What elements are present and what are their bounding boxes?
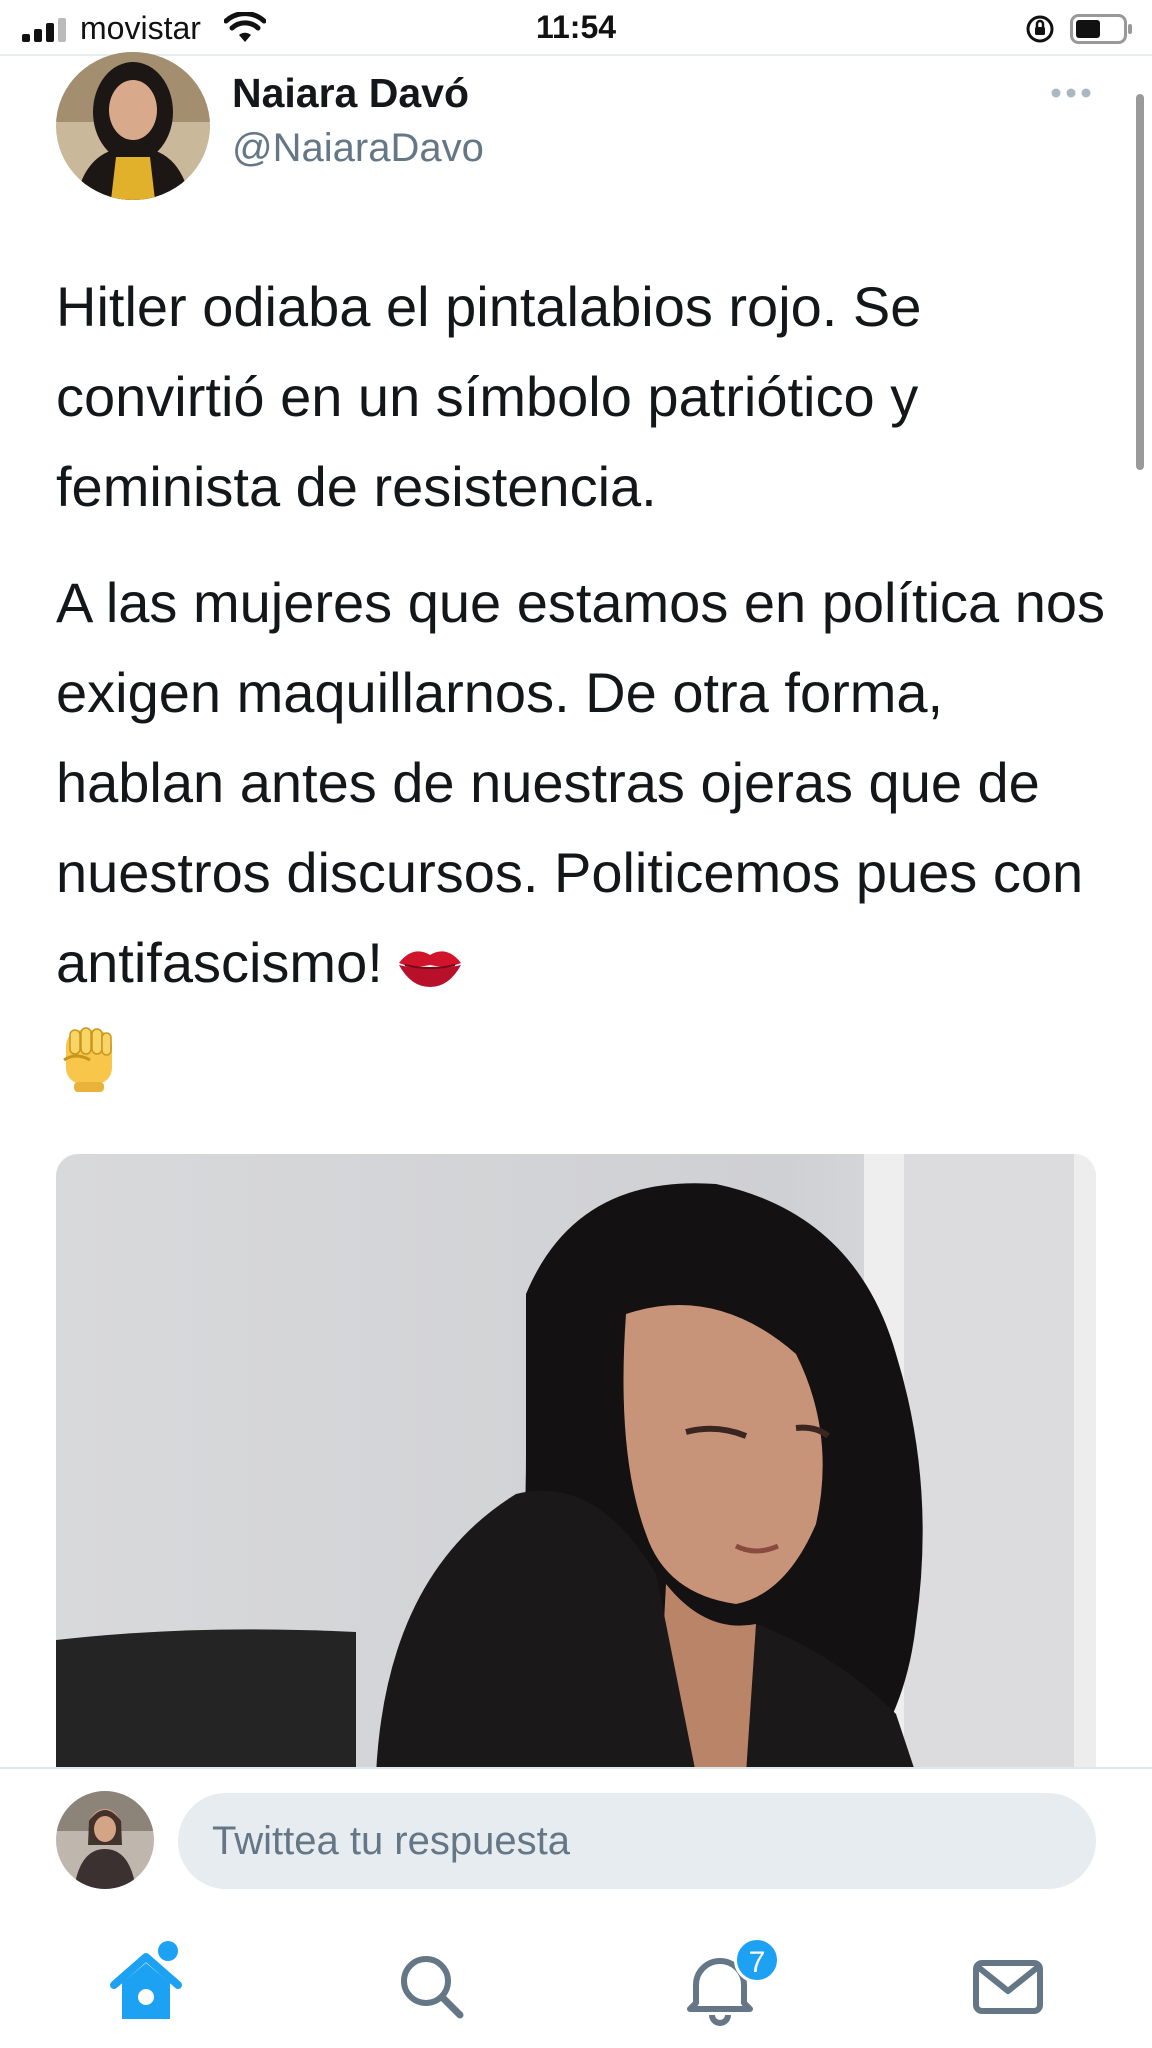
reply-bar: Twittea tu respuesta 7 bbox=[0, 1767, 1152, 2048]
tweet-paragraph-1: Hitler odiaba el pintalabios rojo. Se co… bbox=[56, 275, 922, 518]
reply-placeholder: Twittea tu respuesta bbox=[212, 1818, 570, 1863]
raised-fist-emoji bbox=[63, 1027, 112, 1093]
reply-input[interactable]: Twittea tu respuesta bbox=[178, 1793, 1096, 1889]
kiss-mark-emoji bbox=[398, 951, 461, 988]
author-handle[interactable]: @NaiaraDavo bbox=[232, 126, 484, 171]
rotation-lock-icon bbox=[1026, 15, 1054, 43]
mail-icon[interactable] bbox=[968, 1947, 1048, 2027]
screen: movistar 11:54 Naiara Davó @NaiaraDavo H… bbox=[0, 0, 1152, 2048]
battery-icon bbox=[1070, 14, 1132, 44]
tweet-text: Hitler odiaba el pintalabios rojo. Se co… bbox=[56, 262, 1106, 1098]
status-bar: movistar 11:54 bbox=[0, 0, 1152, 56]
tweet-paragraph-2-text: A las mujeres que estamos en política no… bbox=[56, 571, 1106, 994]
home-new-indicator bbox=[158, 1941, 178, 1961]
scrollbar[interactable] bbox=[1136, 94, 1144, 470]
tweet-paragraph-2: A las mujeres que estamos en política no… bbox=[56, 558, 1106, 1098]
author-name[interactable]: Naiara Davó bbox=[232, 70, 469, 117]
clock: 11:54 bbox=[535, 9, 617, 45]
more-icon[interactable] bbox=[1050, 86, 1092, 100]
tweet-media[interactable] bbox=[56, 1154, 1096, 1774]
notifications-badge: 7 bbox=[734, 1937, 780, 1983]
author-avatar[interactable] bbox=[56, 52, 210, 200]
user-avatar[interactable] bbox=[56, 1791, 154, 1889]
search-icon[interactable] bbox=[392, 1947, 472, 2027]
